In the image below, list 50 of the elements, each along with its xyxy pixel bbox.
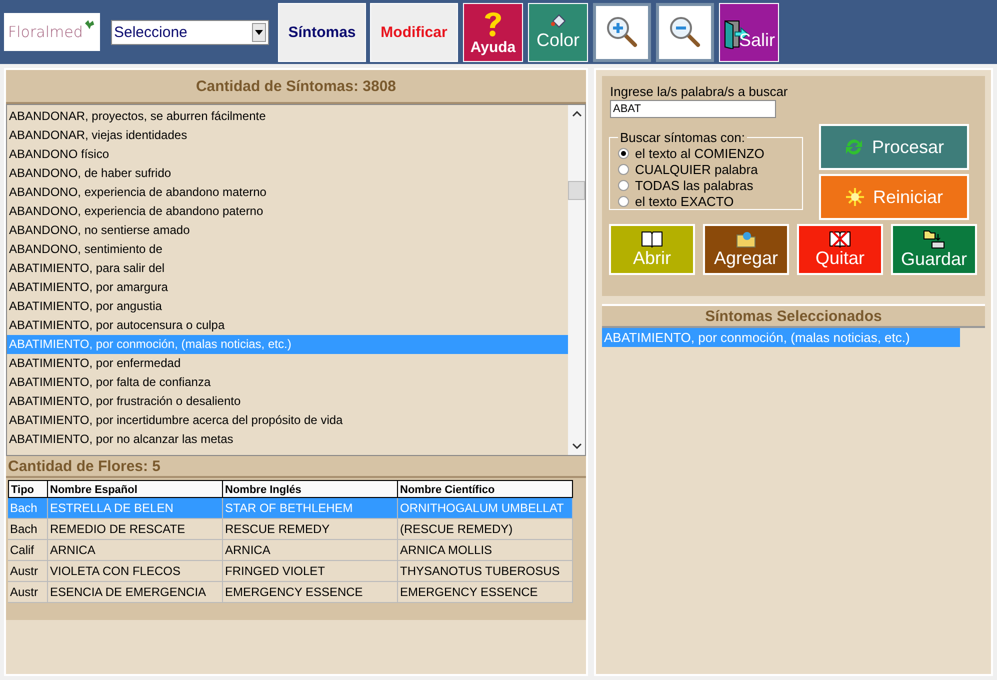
- table-cell: ESENCIA DE EMERGENCIA: [48, 582, 223, 603]
- symptom-item[interactable]: ABANDONAR, viejas identidades: [7, 126, 568, 145]
- toolbar-button[interactable]: Síntomas: [278, 2, 366, 62]
- symptom-item[interactable]: ABATIMIENTO, por incertidumbre acerca del propósito de vida: [7, 411, 568, 430]
- table-row[interactable]: Calif ARNICA ARNICA ARNICA MOLLIS: [8, 540, 573, 561]
- symptom-item[interactable]: ABANDONO, experiencia de abandono paterno: [7, 202, 568, 221]
- symptom-item[interactable]: ABATIMIENTO, para salir del: [7, 259, 568, 278]
- symptom-item[interactable]: ABANDONO físico: [7, 145, 568, 164]
- logo: Floralmed: [4, 13, 100, 51]
- radio-option[interactable]: el texto al COMIENZO: [618, 145, 794, 161]
- table-cell: EMERGENCY ESSENCE: [223, 582, 398, 603]
- symptom-item[interactable]: ABATIMIENTO, por angustia: [7, 297, 568, 316]
- action-button[interactable]: Agregar: [703, 224, 789, 275]
- table-cell: Austr: [8, 582, 48, 603]
- action-button[interactable]: Quitar: [797, 224, 883, 275]
- action-button[interactable]: Guardar: [891, 224, 977, 275]
- exit-button[interactable]: Salir: [719, 2, 779, 62]
- table-cell: EMERGENCY ESSENCE: [398, 582, 573, 603]
- column-header[interactable]: Nombre Inglés: [223, 480, 398, 498]
- symptom-item[interactable]: ABANDONAR, proyectos, se aburren fácilmente: [7, 107, 568, 126]
- symptom-item[interactable]: ABATIMIENTO, por amargura: [7, 278, 568, 297]
- symptom-item[interactable]: ABATIMIENTO, por enfermedad: [7, 354, 568, 373]
- selected-symptoms-header: Síntomas Seleccionados: [602, 304, 985, 328]
- symptom-item[interactable]: ABANDONO, experiencia de abandono materno: [7, 183, 568, 202]
- radio-option[interactable]: TODAS las palabras: [618, 177, 794, 193]
- symptom-item[interactable]: ABATIMIENTO, por frustración o desaliento: [7, 392, 568, 411]
- table-row[interactable]: Austr ESENCIA DE EMERGENCIA EMERGENCY ESSENCE EMERGENCY ESSENCE: [8, 582, 573, 603]
- search-label: Ingrese la/s palabra/s a buscar: [610, 84, 789, 99]
- color-button[interactable]: Color: [528, 2, 588, 62]
- table-row[interactable]: Bach REMEDIO DE RESCATE RESCUE REMEDY (RESCUE REMEDY): [8, 519, 573, 540]
- symptom-item[interactable]: ABANDONO, sentimiento de: [7, 240, 568, 259]
- symptom-item[interactable]: ABATIMIENTO, por autocensura o culpa: [7, 316, 568, 335]
- radio-option[interactable]: CUALQUIER palabra: [618, 161, 794, 177]
- help-button[interactable]: Ayuda: [463, 2, 523, 62]
- column-header[interactable]: Nombre Español: [48, 480, 223, 498]
- process-button[interactable]: Procesar: [819, 124, 969, 170]
- radio-option[interactable]: el texto EXACTO: [618, 193, 794, 209]
- symptom-item[interactable]: ABANDONO, de haber sufrido: [7, 164, 568, 183]
- toolbar-button[interactable]: Modificar: [370, 2, 458, 62]
- category-dropdown[interactable]: Seleccione: [111, 20, 269, 44]
- column-header[interactable]: Tipo: [8, 480, 48, 498]
- search-field[interactable]: ABAT: [610, 100, 776, 118]
- symptom-item[interactable]: ABANDONO, no sentierse amado: [7, 221, 568, 240]
- symptom-item[interactable]: ABATIMIENTO, por no alcanzar las metas: [7, 430, 568, 449]
- symptom-count-header: Cantidad de Síntomas: 3808: [6, 70, 586, 104]
- flower-count-header: Cantidad de Flores: 5: [6, 456, 586, 478]
- symptom-item[interactable]: ABATIMIENTO, por falta de confianza: [7, 373, 568, 392]
- group-title: Buscar síntomas con:: [619, 130, 746, 145]
- table-row[interactable]: Austr VIOLETA CON FLECOS FRINGED VIOLET THYSANOTUS TUBEROSUS: [8, 561, 573, 582]
- column-header[interactable]: Nombre Científico: [398, 480, 573, 498]
